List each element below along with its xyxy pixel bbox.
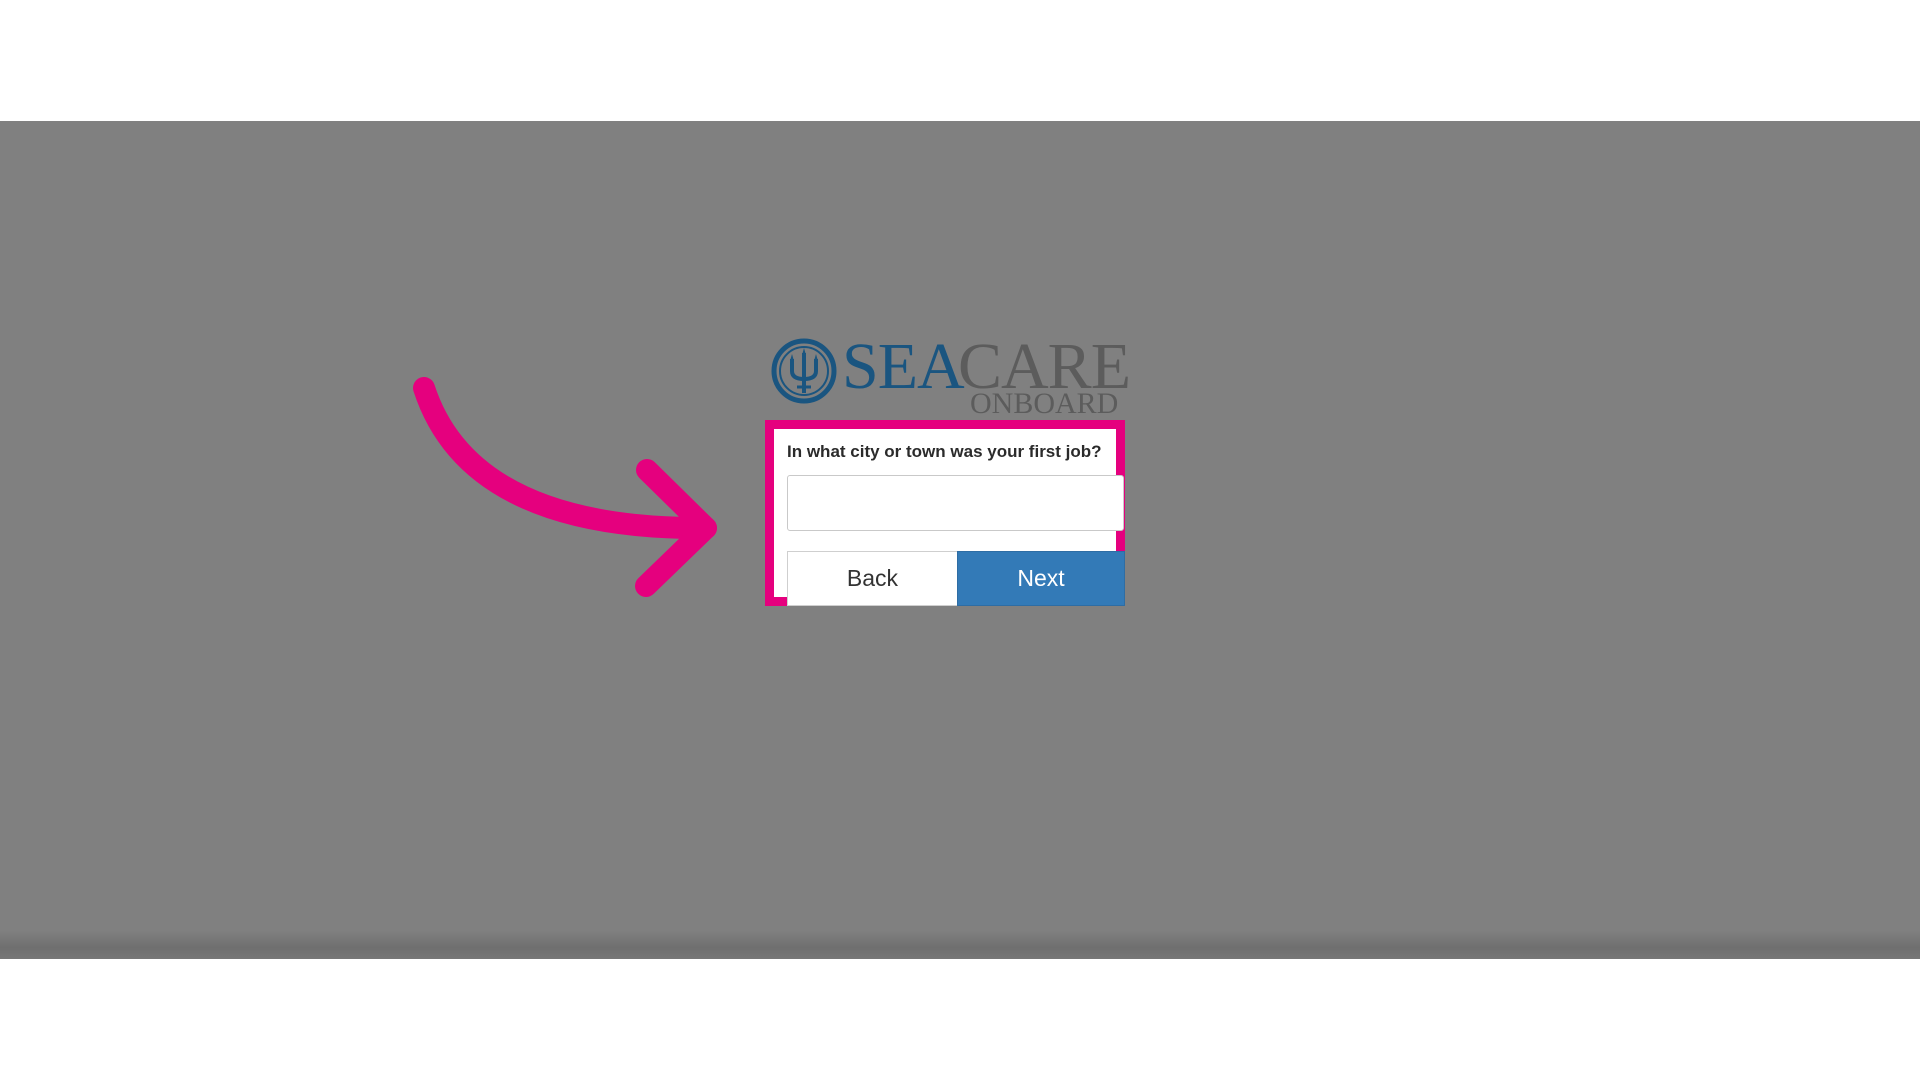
next-button[interactable]: Next [957, 551, 1125, 606]
trident-emblem-icon [770, 337, 838, 405]
security-question-panel: In what city or town was your first job?… [765, 420, 1125, 606]
curved-arrow-icon [413, 377, 717, 597]
back-button[interactable]: Back [787, 551, 957, 606]
seacare-onboard-logo: SEA CARE ONBOARD [770, 330, 1131, 421]
logo-sea-text: SEA [842, 330, 965, 403]
logo-onboard-text: ONBOARD [970, 387, 1119, 420]
security-question-label: In what city or town was your first job? [787, 442, 1102, 461]
overlay-bottom-shadow [0, 931, 1920, 959]
security-answer-input[interactable] [787, 475, 1124, 531]
